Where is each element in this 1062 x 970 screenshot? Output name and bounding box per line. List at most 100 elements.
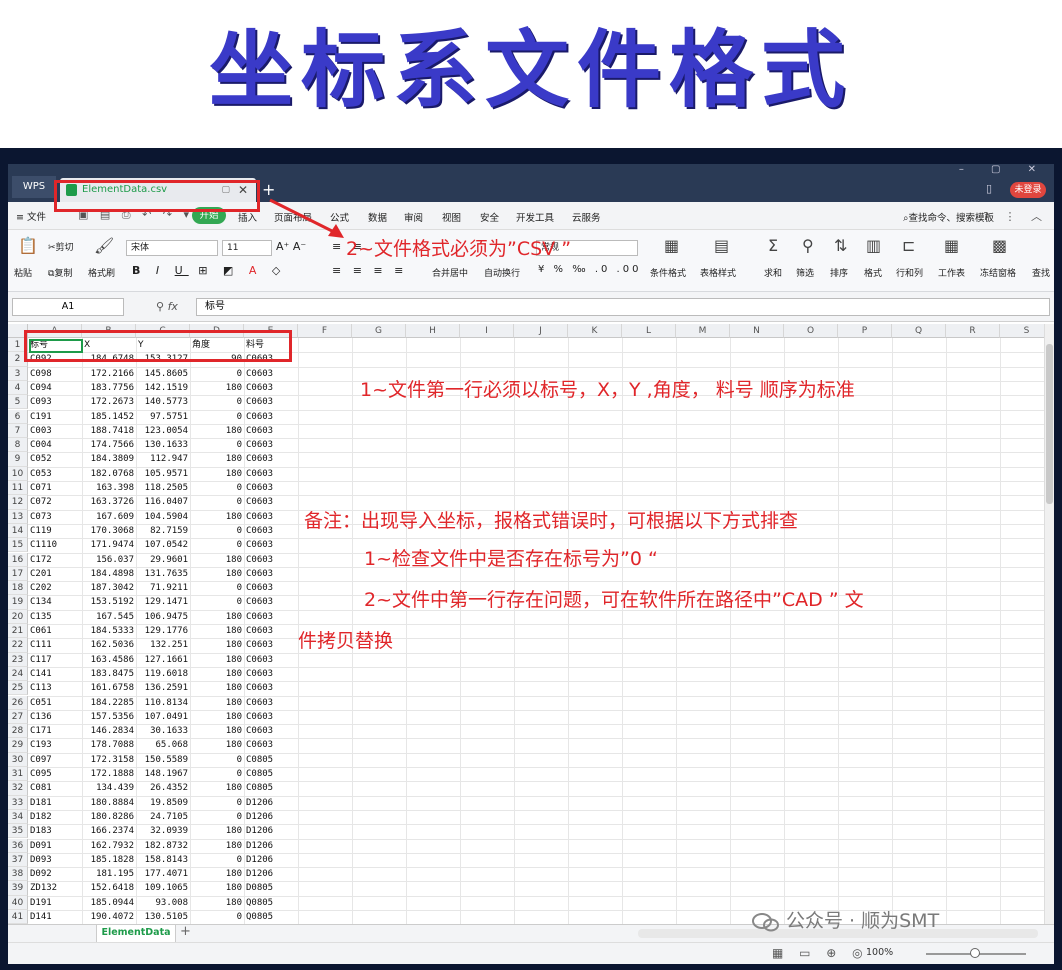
menu-cloud[interactable]: 云服务 bbox=[572, 210, 601, 224]
data-cell[interactable]: 172.1888 bbox=[84, 767, 134, 781]
worksheet-icon[interactable]: ▦ bbox=[944, 236, 959, 255]
row-header[interactable]: 20 bbox=[8, 609, 28, 624]
data-cell[interactable]: D1206 bbox=[246, 810, 296, 824]
data-cell[interactable]: 180 bbox=[192, 567, 242, 581]
sort-icon[interactable]: ⇅ bbox=[834, 236, 847, 255]
menu-file[interactable]: ≡ 文件 bbox=[16, 209, 46, 223]
row-header[interactable]: 18 bbox=[8, 581, 28, 596]
data-cell[interactable]: 82.7159 bbox=[138, 524, 188, 538]
row-header[interactable]: 23 bbox=[8, 652, 28, 667]
row-header[interactable]: 14 bbox=[8, 523, 28, 539]
row-header[interactable]: 25 bbox=[8, 681, 28, 696]
data-cell[interactable]: 110.8134 bbox=[138, 696, 188, 710]
data-cell[interactable]: D0805 bbox=[246, 881, 296, 895]
name-box[interactable]: A1 bbox=[12, 298, 124, 316]
row-header[interactable]: 35 bbox=[8, 824, 28, 839]
data-cell[interactable]: 180 bbox=[192, 839, 242, 853]
data-cell[interactable]: 180 bbox=[192, 553, 242, 567]
data-cell[interactable]: C0603 bbox=[246, 495, 296, 509]
data-cell[interactable]: 156.037 bbox=[84, 553, 134, 567]
data-cell[interactable]: 118.2505 bbox=[138, 481, 188, 495]
data-cell[interactable]: 112.947 bbox=[138, 452, 188, 466]
data-cell[interactable]: 180 bbox=[192, 724, 242, 738]
data-cell[interactable]: C0603 bbox=[246, 510, 296, 524]
view-mode-icons[interactable]: ▦ ▭ ⊕ ◎ bbox=[772, 946, 869, 960]
formula-icons[interactable]: ⚲ fx bbox=[156, 300, 178, 313]
paste-button[interactable]: 粘贴 bbox=[14, 266, 32, 279]
data-cell[interactable]: 19.8509 bbox=[138, 796, 188, 810]
row-header[interactable]: 13 bbox=[8, 509, 28, 524]
row-header[interactable]: 41 bbox=[8, 910, 28, 925]
window-controls[interactable]: – ▢ ✕ bbox=[959, 164, 1048, 175]
data-cell[interactable]: 131.7635 bbox=[138, 567, 188, 581]
row-header[interactable]: 24 bbox=[8, 666, 28, 682]
menu-insert[interactable]: 插入 bbox=[238, 210, 257, 224]
conditional-format-button[interactable]: 条件格式 bbox=[650, 266, 686, 279]
data-cell[interactable]: 158.8143 bbox=[138, 853, 188, 867]
data-cell[interactable]: D1206 bbox=[246, 853, 296, 867]
data-cell[interactable]: C136 bbox=[30, 710, 80, 724]
row-header[interactable]: 36 bbox=[8, 838, 28, 853]
column-header-l[interactable]: L bbox=[622, 324, 676, 338]
row-header[interactable]: 6 bbox=[8, 409, 28, 424]
rows-cols-icon[interactable]: ⊏ bbox=[902, 236, 915, 255]
data-cell[interactable]: C0603 bbox=[246, 724, 296, 738]
font-name-select[interactable]: 宋体 bbox=[126, 240, 218, 256]
data-cell[interactable]: C0603 bbox=[246, 538, 296, 552]
data-cell[interactable]: 185.0944 bbox=[84, 896, 134, 910]
data-cell[interactable]: C0805 bbox=[246, 753, 296, 767]
data-cell[interactable]: 0 bbox=[192, 753, 242, 767]
column-header-i[interactable]: I bbox=[460, 324, 514, 338]
format-painter-button[interactable]: 格式刷 bbox=[88, 266, 115, 279]
command-search[interactable]: ⌕查找命令、搜索模板 bbox=[903, 210, 994, 224]
data-cell[interactable]: C111 bbox=[30, 638, 80, 652]
data-cell[interactable]: C0603 bbox=[246, 481, 296, 495]
data-cell[interactable]: C004 bbox=[30, 438, 80, 452]
data-cell[interactable]: 184.3809 bbox=[84, 452, 134, 466]
data-cell[interactable]: 182.8732 bbox=[138, 839, 188, 853]
data-cell[interactable]: 150.5589 bbox=[138, 753, 188, 767]
freeze-icon[interactable]: ▩ bbox=[992, 236, 1007, 255]
formula-input[interactable]: 标号 bbox=[196, 298, 1050, 316]
column-header-f[interactable]: F bbox=[298, 324, 352, 338]
data-cell[interactable]: 182.0768 bbox=[84, 467, 134, 481]
add-sheet-icon[interactable]: + bbox=[180, 924, 191, 939]
data-cell[interactable]: 161.6758 bbox=[84, 681, 134, 695]
data-cell[interactable]: D1206 bbox=[246, 839, 296, 853]
data-cell[interactable]: D1206 bbox=[246, 824, 296, 838]
data-cell[interactable]: 153.5192 bbox=[84, 595, 134, 609]
row-header[interactable]: 17 bbox=[8, 566, 28, 582]
data-cell[interactable]: 129.1776 bbox=[138, 624, 188, 638]
data-cell[interactable]: 180 bbox=[192, 867, 242, 881]
data-cell[interactable]: 163.4586 bbox=[84, 653, 134, 667]
data-cell[interactable]: D1206 bbox=[246, 867, 296, 881]
data-cell[interactable]: 26.4352 bbox=[138, 781, 188, 795]
conditional-format-icon[interactable]: ▦ bbox=[664, 236, 679, 255]
data-cell[interactable]: C093 bbox=[30, 395, 80, 409]
menu-view[interactable]: 视图 bbox=[442, 210, 461, 224]
data-cell[interactable]: 134.439 bbox=[84, 781, 134, 795]
column-header-g[interactable]: G bbox=[352, 324, 406, 338]
scroll-thumb[interactable] bbox=[1046, 344, 1053, 504]
data-cell[interactable]: 178.7088 bbox=[84, 738, 134, 752]
row-header[interactable]: 7 bbox=[8, 423, 28, 439]
column-header-n[interactable]: N bbox=[730, 324, 784, 338]
data-cell[interactable]: 162.5036 bbox=[84, 638, 134, 652]
data-cell[interactable]: 129.1471 bbox=[138, 595, 188, 609]
data-cell[interactable]: 180.8884 bbox=[84, 796, 134, 810]
filter-button[interactable]: 筛选 bbox=[796, 266, 814, 279]
data-cell[interactable]: 180 bbox=[192, 624, 242, 638]
data-cell[interactable]: 0 bbox=[192, 367, 242, 381]
data-cell[interactable]: 140.5773 bbox=[138, 395, 188, 409]
sheet-tab-elementdata[interactable]: ElementData bbox=[96, 925, 176, 942]
data-cell[interactable]: C191 bbox=[30, 410, 80, 424]
help-icons[interactable]: ? ⋮ ︿ bbox=[983, 208, 1048, 224]
data-cell[interactable]: 30.1633 bbox=[138, 724, 188, 738]
row-header[interactable]: 9 bbox=[8, 452, 28, 467]
data-cell[interactable]: 123.0054 bbox=[138, 424, 188, 438]
data-cell[interactable]: 180 bbox=[192, 467, 242, 481]
format-icon[interactable]: ▥ bbox=[866, 236, 881, 255]
data-cell[interactable]: C0603 bbox=[246, 524, 296, 538]
data-cell[interactable]: 190.4072 bbox=[84, 910, 134, 924]
data-cell[interactable]: 184.5333 bbox=[84, 624, 134, 638]
